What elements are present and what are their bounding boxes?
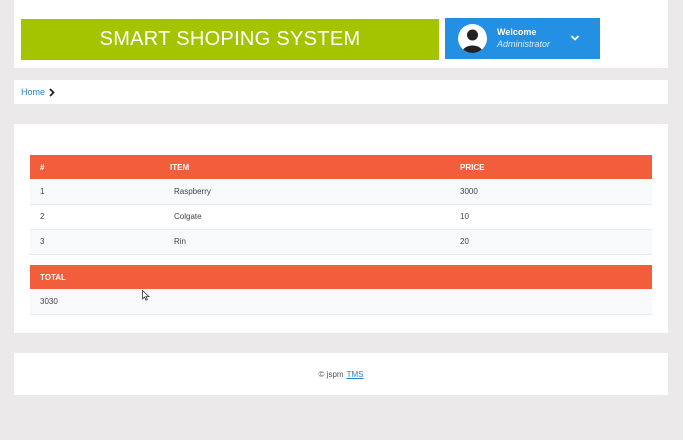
user-menu[interactable]: Welcome Administrator [445,18,600,59]
row-price: 3000 [450,179,652,205]
total-label: TOTAL [30,265,652,289]
chevron-right-icon [49,87,55,97]
table-row: 2 Colgate 10 [30,204,652,230]
user-role-text: Administrator [497,38,551,49]
table-row: 1 Raspberry 3000 [30,179,652,205]
total-value: 3030 [30,289,652,315]
footer-copyright: © jspm [318,369,344,379]
row-price: 10 [450,204,652,230]
page: SMART SHOPING SYSTEM Welcome Administrat… [0,0,683,440]
table-row: 3030 [30,289,652,315]
row-price: 20 [450,229,652,255]
chevron-down-icon[interactable] [569,32,581,44]
breadcrumb: Home [14,80,668,104]
items-table: # ITEM PRICE 1 Raspberry 3000 2 Colgate … [30,155,652,255]
column-header-number: # [30,155,160,179]
user-welcome-text: Welcome [497,27,537,38]
row-number: 1 [30,179,160,205]
footer: © jspm TMS [14,353,668,395]
footer-tms-link[interactable]: TMS [347,370,364,379]
user-info: Welcome Administrator [497,27,550,50]
column-header-price: PRICE [450,155,652,179]
total-table-header: TOTAL [30,265,652,289]
row-number: 2 [30,204,160,230]
row-item: Colgate [160,204,450,230]
app-title-banner: SMART SHOPING SYSTEM [21,19,439,60]
app-title: SMART SHOPING SYSTEM [99,28,361,50]
mouse-pointer-icon [142,290,150,301]
table-row: 3 Rin 20 [30,229,652,255]
breadcrumb-home-link[interactable]: Home [21,87,45,97]
column-header-item: ITEM [160,155,450,179]
row-item: Rin [160,229,450,255]
user-avatar-icon [458,24,487,53]
items-table-header: # ITEM PRICE [30,155,652,179]
bill-panel: # ITEM PRICE 1 Raspberry 3000 2 Colgate … [14,124,668,333]
row-item: Raspberry [160,179,450,205]
row-number: 3 [30,229,160,255]
total-table: TOTAL 3030 [30,265,652,315]
